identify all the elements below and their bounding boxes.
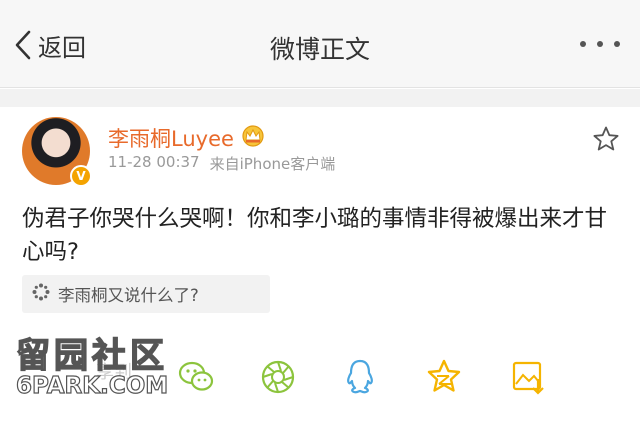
more-dot-icon xyxy=(580,41,586,47)
more-dot-icon xyxy=(597,41,603,47)
share-qq-button[interactable] xyxy=(340,357,380,397)
share-moments-button[interactable] xyxy=(258,357,298,397)
sparkle-icon xyxy=(32,283,50,305)
post-time: 11-28 00:37 xyxy=(108,153,200,171)
post-content: 伪君子你哭什么哭啊！你和李小璐的事情非得被爆出来才甘心吗? xyxy=(22,206,608,265)
wechat-icon xyxy=(178,361,214,391)
qzone-star-icon xyxy=(427,359,461,392)
topic-card[interactable]: 李雨桐又说什么了? xyxy=(22,275,270,313)
save-image-icon xyxy=(512,361,544,395)
topic-label: 李雨桐又说什么了? xyxy=(58,286,199,305)
author-row: 李雨桐Luyee xyxy=(108,123,266,153)
back-button[interactable]: 返回 xyxy=(14,28,86,62)
qq-icon xyxy=(347,359,373,394)
share-bar xyxy=(0,349,640,399)
share-wechat-button[interactable] xyxy=(176,357,216,397)
page-title: 微博正文 xyxy=(269,35,370,64)
save-image-button[interactable] xyxy=(508,357,548,397)
back-label: 返回 xyxy=(38,33,86,62)
share-qzone-button[interactable] xyxy=(424,357,464,397)
avatar[interactable]: V xyxy=(22,117,92,187)
weibo-post: V 李雨桐Luyee 11-28 00:37 来自iPhone客户端 伪君子你哭… xyxy=(0,107,640,435)
top-navigation-bar: 返回 微博正文 xyxy=(0,0,640,88)
moments-icon xyxy=(261,360,295,394)
post-source: 来自iPhone客户端 xyxy=(209,155,336,173)
username-link[interactable]: 李雨桐Luyee xyxy=(108,123,234,153)
chevron-left-icon xyxy=(14,30,32,60)
favorite-button[interactable] xyxy=(592,125,620,157)
section-divider xyxy=(0,89,640,107)
more-options-button[interactable] xyxy=(580,38,620,50)
verified-badge-icon: V xyxy=(70,165,92,187)
star-outline-icon xyxy=(593,126,619,151)
crown-icon xyxy=(240,125,266,151)
more-dot-icon xyxy=(614,41,620,47)
post-meta: 11-28 00:37 来自iPhone客户端 xyxy=(108,153,335,174)
